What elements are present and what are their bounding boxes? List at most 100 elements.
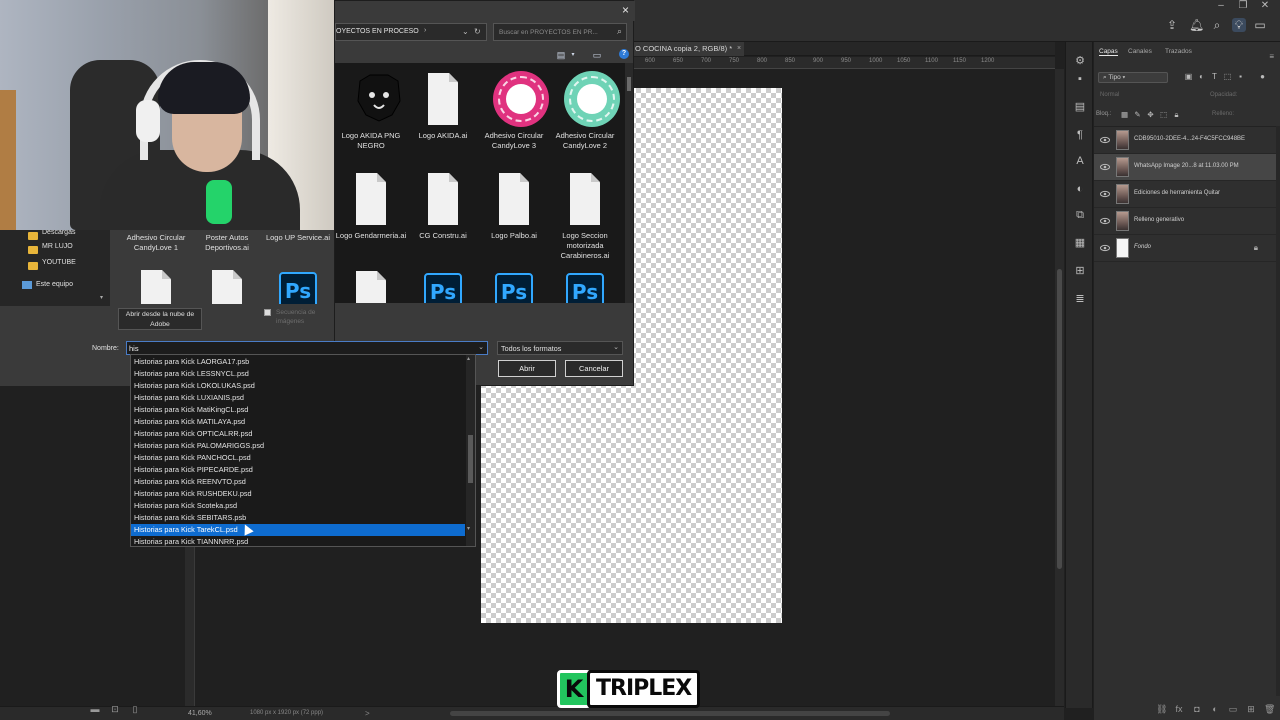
file-item[interactable] bbox=[335, 269, 407, 303]
visibility-eye-icon[interactable] bbox=[1100, 216, 1110, 226]
nav-item-this-pc[interactable]: Este equipo bbox=[36, 281, 73, 288]
paragraph-icon[interactable]: ¶ bbox=[1073, 128, 1087, 142]
tab-paths[interactable]: Trazados bbox=[1165, 48, 1192, 55]
pixel-filter-icon[interactable]: ▣ bbox=[1184, 72, 1193, 82]
layer-name[interactable]: CDB95010-2DEE-4...24-F4C5FCC948BE bbox=[1134, 136, 1245, 142]
document-tab[interactable]: O COCINA copia 2, RGB/8) * × bbox=[633, 42, 745, 56]
screen-mode-icon[interactable]: ⊡ bbox=[110, 704, 120, 714]
add-mask-icon[interactable]: ◘ bbox=[1192, 704, 1202, 714]
file-name-label[interactable]: Adhesivo Circular CandyLove 1 bbox=[120, 233, 192, 253]
tab-layers[interactable]: Capas bbox=[1099, 48, 1118, 56]
file-item[interactable]: CG Constru.ai bbox=[407, 171, 479, 267]
file-name-dropdown-icon[interactable]: ⌄ bbox=[478, 343, 484, 351]
view-dropdown-icon[interactable]: ▾ bbox=[567, 49, 579, 61]
panel-menu-icon[interactable]: ≡ bbox=[1269, 52, 1274, 61]
file-grid-scrollbar[interactable] bbox=[625, 63, 633, 303]
file-item[interactable] bbox=[191, 268, 263, 304]
comments-icon[interactable]: ▪ bbox=[1073, 72, 1087, 86]
scroll-down-icon[interactable]: ▾ bbox=[467, 525, 470, 532]
search-box[interactable]: Buscar en PROYECTOS EN PR... ⌕ bbox=[493, 23, 627, 41]
document-tab-close-icon[interactable]: × bbox=[737, 42, 741, 56]
filter-toggle-icon[interactable]: ● bbox=[1258, 72, 1267, 82]
format-dropdown-icon[interactable]: ⌄ bbox=[613, 343, 619, 351]
close-window-button[interactable]: ✕ bbox=[1254, 0, 1276, 12]
share-icon[interactable]: ⇪ bbox=[1165, 18, 1179, 32]
type-filter-icon[interactable]: T bbox=[1210, 72, 1219, 82]
file-item[interactable]: Ps bbox=[262, 268, 334, 304]
layer-filter-select[interactable]: ⌕ Tipo ▾ bbox=[1098, 72, 1168, 83]
lock-all-icon[interactable]: 🔒︎ bbox=[1172, 110, 1181, 120]
file-item[interactable]: Logo AKIDA.ai bbox=[407, 71, 479, 167]
file-item[interactable]: Ps bbox=[478, 269, 550, 303]
nav-item-mr-lujo[interactable]: MR LUJO bbox=[42, 243, 73, 250]
delete-layer-icon[interactable]: 🗑︎ bbox=[1264, 704, 1275, 714]
autocomplete-item[interactable]: Historias para Kick LESSNYCL.psd bbox=[131, 368, 465, 380]
autocomplete-item[interactable]: Historias para Kick LUXIANIS.psd bbox=[131, 392, 465, 404]
history-icon[interactable]: ⧉ bbox=[1073, 208, 1087, 222]
layer-thumbnail[interactable] bbox=[1116, 157, 1129, 177]
properties-icon[interactable]: ⚙︎ bbox=[1073, 54, 1087, 68]
preview-pane-icon[interactable]: ▭ bbox=[591, 49, 603, 61]
layer-thumbnail[interactable] bbox=[1116, 130, 1129, 150]
layer-thumbnail[interactable] bbox=[1116, 211, 1129, 231]
open-from-cloud-button[interactable]: Abrir desde la nube de Adobe bbox=[118, 308, 202, 330]
folder-path[interactable]: OYECTOS EN PROCESO bbox=[336, 28, 419, 35]
swatches-icon[interactable]: ▦ bbox=[1073, 236, 1087, 250]
file-item[interactable]: Adhesivo Circular CandyLove 3 bbox=[478, 71, 550, 167]
address-dropdown-icon[interactable]: ⌄ bbox=[462, 27, 469, 36]
smart-object-filter-icon[interactable]: ▪ bbox=[1236, 72, 1245, 82]
autocomplete-item[interactable]: Historias para Kick PANCHOCL.psd bbox=[131, 452, 465, 464]
visibility-eye-icon[interactable] bbox=[1100, 243, 1110, 253]
character-icon[interactable]: A bbox=[1073, 154, 1087, 168]
layer-thumbnail[interactable] bbox=[1116, 184, 1129, 204]
canvas-scroll-thumb[interactable] bbox=[1057, 269, 1062, 569]
layer-name[interactable]: WhatsApp Image 20...8 at 11.03.00 PM bbox=[1134, 163, 1239, 169]
layer-name[interactable]: Fondo bbox=[1134, 244, 1151, 250]
file-item[interactable]: Logo Gendarmeria.ai bbox=[335, 171, 407, 267]
layer-row[interactable]: CDB95010-2DEE-4...24-F4C5FCC948BE bbox=[1094, 127, 1280, 154]
tab-channels[interactable]: Canales bbox=[1128, 48, 1152, 55]
autocomplete-scrollbar[interactable]: ▴ ▾ bbox=[466, 355, 475, 546]
file-format-select[interactable]: Todos los formatos ⌄ bbox=[497, 341, 623, 355]
layer-row[interactable]: WhatsApp Image 20...8 at 11.03.00 PM bbox=[1094, 154, 1280, 181]
frame-icon[interactable]: ▬ bbox=[90, 704, 100, 714]
nav-item-youtube[interactable]: YOUTUBE bbox=[42, 259, 76, 266]
autocomplete-item[interactable]: Historias para Kick TIANNNRR.psd bbox=[131, 536, 465, 548]
scroll-up-icon[interactable]: ▴ bbox=[467, 355, 470, 362]
layer-name[interactable]: Ediciones de herramienta Quitar bbox=[1134, 190, 1220, 196]
layer-thumbnail[interactable] bbox=[1116, 238, 1129, 258]
zoom-level[interactable]: 41,60% bbox=[188, 710, 212, 717]
workspace-icon[interactable]: ▭ bbox=[1253, 18, 1267, 32]
visibility-eye-icon[interactable] bbox=[1100, 135, 1110, 145]
grid-icon[interactable]: ⊞ bbox=[1073, 264, 1087, 278]
dialog-close-icon[interactable]: × bbox=[622, 3, 629, 17]
file-item[interactable]: Logo Seccion motorizada Carabineros.ai bbox=[549, 171, 621, 267]
visibility-eye-icon[interactable] bbox=[1100, 162, 1110, 172]
visibility-eye-icon[interactable] bbox=[1100, 189, 1110, 199]
autocomplete-item[interactable]: Historias para Kick TarekCL.psd bbox=[131, 524, 465, 536]
adjustments-icon[interactable]: ≣ bbox=[1073, 292, 1087, 306]
discover-icon[interactable]: 💡︎ bbox=[1232, 18, 1246, 32]
refresh-icon[interactable]: ↻ bbox=[474, 27, 481, 36]
open-button[interactable]: Abrir bbox=[498, 360, 556, 377]
autocomplete-item[interactable]: Historias para Kick REENVTO.psd bbox=[131, 476, 465, 488]
nav-scroll-down-icon[interactable]: ▾ bbox=[100, 294, 103, 301]
minimize-button[interactable]: – bbox=[1210, 0, 1232, 12]
address-bar[interactable]: OYECTOS EN PROCESO › ⌄ ↻ bbox=[335, 23, 487, 41]
layer-row[interactable]: Fondo 🔒︎ bbox=[1094, 235, 1280, 262]
nav-item-descargas[interactable]: Descargas bbox=[42, 229, 75, 236]
lock-position-icon[interactable]: ✥ bbox=[1146, 110, 1155, 120]
adjustment-layer-icon[interactable]: ◐ bbox=[1210, 704, 1220, 714]
layer-style-icon[interactable]: fx bbox=[1174, 704, 1184, 714]
change-view-icon[interactable]: ▤ bbox=[555, 49, 567, 61]
autocomplete-item[interactable]: Historias para Kick OPTICALRR.psd bbox=[131, 428, 465, 440]
edit-icon[interactable]: ▯ bbox=[130, 704, 140, 714]
libraries-icon[interactable]: ▤ bbox=[1073, 100, 1087, 114]
layer-lock-icon[interactable]: 🔒︎ bbox=[1254, 243, 1258, 253]
notifications-icon[interactable]: 🔔︎ bbox=[1189, 18, 1204, 32]
lock-image-icon[interactable]: ✎ bbox=[1133, 110, 1142, 120]
shape-filter-icon[interactable]: ⬚ bbox=[1223, 72, 1232, 82]
file-name-input[interactable]: his ⌄ bbox=[126, 341, 488, 355]
search-icon[interactable]: ⌕ bbox=[1210, 18, 1224, 32]
color-icon[interactable]: ◐ bbox=[1073, 182, 1087, 196]
